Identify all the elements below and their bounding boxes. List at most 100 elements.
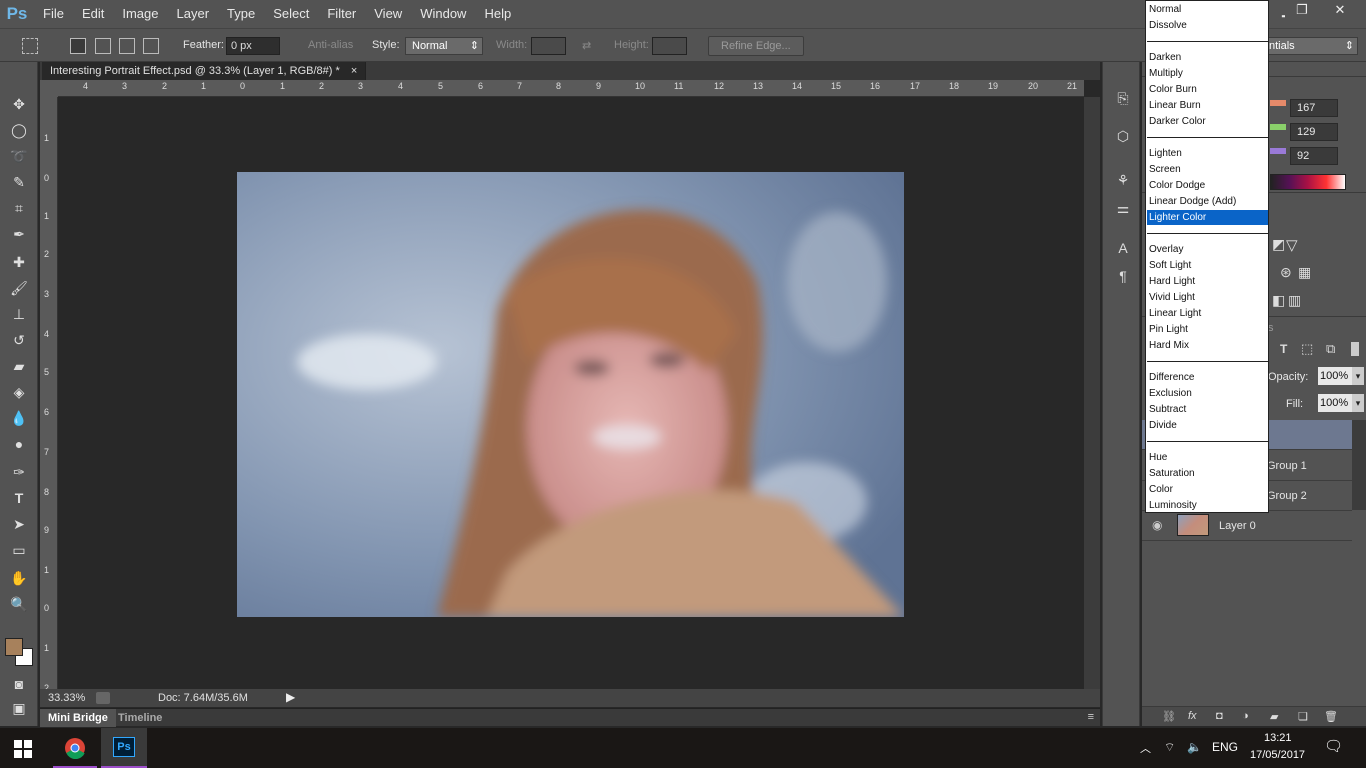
menu-select[interactable]: Select — [264, 0, 318, 28]
marquee-tool-icon[interactable] — [22, 38, 38, 54]
menu-window[interactable]: Window — [411, 0, 475, 28]
threshold-icon[interactable]: ◧ — [1272, 292, 1285, 309]
type-icon[interactable]: T — [8, 488, 30, 508]
close-window-button[interactable]: ✕ — [1320, 0, 1360, 20]
blend-darker-color[interactable]: Darker Color — [1147, 114, 1268, 129]
chevron-down-icon[interactable]: ▾ — [1352, 394, 1364, 412]
3d-panel-icon[interactable]: ⬡ — [1113, 128, 1133, 148]
portrait-image[interactable] — [237, 172, 904, 617]
opacity-input[interactable]: 100% — [1318, 367, 1352, 385]
path-selection-icon[interactable]: ➤ — [8, 514, 30, 534]
menu-edit[interactable]: Edit — [73, 0, 113, 28]
refine-edge-button[interactable]: Refine Edge... — [708, 36, 804, 56]
blend-divide[interactable]: Divide — [1147, 418, 1268, 433]
swap-icon[interactable]: ⇄ — [582, 39, 591, 52]
blend-multiply[interactable]: Multiply — [1147, 66, 1268, 81]
add-selection-icon[interactable] — [95, 38, 111, 54]
menu-filter[interactable]: Filter — [318, 0, 365, 28]
blend-dissolve[interactable]: Dissolve — [1147, 18, 1268, 33]
close-tab-icon[interactable]: × — [351, 65, 357, 77]
width-input[interactable] — [531, 37, 566, 55]
blend-difference[interactable]: Difference — [1147, 370, 1268, 385]
tab-mini-bridge[interactable]: Mini Bridge — [40, 709, 116, 727]
dodge-icon[interactable]: ● — [8, 434, 30, 454]
quick-mask-icon[interactable]: ◙ — [8, 674, 30, 694]
adjustment-layer-icon[interactable]: ◑ — [1242, 710, 1249, 722]
menu-view[interactable]: View — [365, 0, 411, 28]
blend-color-burn[interactable]: Color Burn — [1147, 82, 1268, 97]
zoom-level[interactable]: 33.33% — [48, 692, 85, 704]
subtract-selection-icon[interactable] — [119, 38, 135, 54]
notifications-icon[interactable]: 🗨 — [1324, 737, 1343, 755]
new-selection-icon[interactable] — [70, 38, 86, 54]
healing-brush-icon[interactable]: ✚ — [8, 252, 30, 272]
foreground-color-swatch[interactable] — [5, 638, 23, 656]
add-mask-icon[interactable]: ◘ — [1216, 710, 1223, 722]
blend-hue[interactable]: Hue — [1147, 450, 1268, 465]
style-select[interactable]: Normal ⇕ — [405, 37, 483, 55]
menu-layer[interactable]: Layer — [168, 0, 219, 28]
blend-subtract[interactable]: Subtract — [1147, 402, 1268, 417]
eyedropper-icon[interactable]: ✒ — [8, 224, 30, 244]
blend-screen[interactable]: Screen — [1147, 162, 1268, 177]
history-brush-icon[interactable]: ↺ — [8, 330, 30, 350]
blend-lighten[interactable]: Lighten — [1147, 146, 1268, 161]
blend-lighter-color[interactable]: Lighter Color — [1147, 210, 1268, 225]
elliptical-marquee-icon[interactable]: ◯ — [8, 120, 30, 140]
blend-exclusion[interactable]: Exclusion — [1147, 386, 1268, 401]
adjust-panel-icon[interactable]: ⚌ — [1113, 200, 1133, 220]
windows-start-icon[interactable] — [14, 740, 32, 758]
blur-icon[interactable]: 💧 — [8, 408, 30, 428]
tab-timeline[interactable]: Timeline — [118, 712, 162, 724]
new-layer-icon[interactable]: ❏ — [1298, 710, 1308, 723]
fill-input[interactable]: 100% — [1318, 394, 1352, 412]
menu-file[interactable]: File — [34, 0, 73, 28]
document-tab[interactable]: Interesting Portrait Effect.psd @ 33.3% … — [42, 62, 367, 80]
menu-type[interactable]: Type — [218, 0, 264, 28]
wifi-icon[interactable]: ⌔ — [1164, 740, 1175, 755]
link-layers-icon[interactable]: ⛓ — [1162, 710, 1176, 723]
blend-hard-light[interactable]: Hard Light — [1147, 274, 1268, 289]
shape-filter-icon[interactable]: ⬚ — [1301, 341, 1313, 357]
smart-object-filter-icon[interactable]: ⧉ — [1326, 341, 1335, 357]
history-panel-icon[interactable]: ⎘ — [1113, 90, 1133, 110]
pen-icon[interactable]: ✑ — [8, 462, 30, 482]
paragraph-panel-icon[interactable]: ¶ — [1113, 268, 1133, 288]
chrome-taskbar-button[interactable] — [53, 728, 97, 768]
blend-vivid-light[interactable]: Vivid Light — [1147, 290, 1268, 305]
blend-overlay[interactable]: Overlay — [1147, 242, 1268, 257]
blend-luminosity[interactable]: Luminosity — [1147, 498, 1268, 513]
brush-icon[interactable]: 🖌 — [8, 278, 30, 298]
blend-color[interactable]: Color — [1147, 482, 1268, 497]
clone-stamp-icon[interactable]: ⊥ — [8, 304, 30, 324]
volume-icon[interactable]: 🔈 — [1187, 740, 1202, 754]
blend-normal[interactable]: Normal — [1147, 2, 1268, 17]
color-lookup-icon[interactable]: ▦ — [1298, 264, 1311, 281]
new-group-icon[interactable]: ▰ — [1270, 710, 1278, 723]
canvas-area[interactable] — [58, 97, 1084, 689]
gradient-fill-icon[interactable]: ▥ — [1288, 292, 1301, 309]
blend-linear-burn[interactable]: Linear Burn — [1147, 98, 1268, 113]
lasso-icon[interactable]: ➰ — [8, 146, 30, 166]
red-value[interactable]: 167 — [1290, 99, 1338, 117]
blend-saturation[interactable]: Saturation — [1147, 466, 1268, 481]
move-tool-icon[interactable]: ✥ — [8, 94, 30, 114]
blend-darken[interactable]: Darken — [1147, 50, 1268, 65]
hand-icon[interactable]: ✋ — [8, 568, 30, 588]
color-ramp[interactable] — [1270, 174, 1346, 190]
blend-soft-light[interactable]: Soft Light — [1147, 258, 1268, 273]
character-panel-icon[interactable]: A — [1113, 240, 1133, 260]
type-filter-icon[interactable]: T — [1280, 342, 1287, 356]
blend-linear-dodge[interactable]: Linear Dodge (Add) — [1147, 194, 1268, 209]
blend-pin-light[interactable]: Pin Light — [1147, 322, 1268, 337]
paint-bucket-icon[interactable]: ◈ — [8, 382, 30, 402]
height-input[interactable] — [652, 37, 687, 55]
quick-selection-icon[interactable]: ✎ — [8, 172, 30, 192]
channel-mixer-icon[interactable]: ⊛ — [1280, 264, 1292, 281]
workspace-select[interactable]: ntials ⇕ — [1262, 37, 1358, 55]
blend-linear-light[interactable]: Linear Light — [1147, 306, 1268, 321]
eraser-icon[interactable]: ▰ — [8, 356, 30, 376]
status-icon[interactable] — [96, 692, 110, 704]
vertical-scrollbar[interactable] — [1084, 97, 1100, 689]
screen-mode-icon[interactable]: ▣ — [8, 698, 30, 718]
